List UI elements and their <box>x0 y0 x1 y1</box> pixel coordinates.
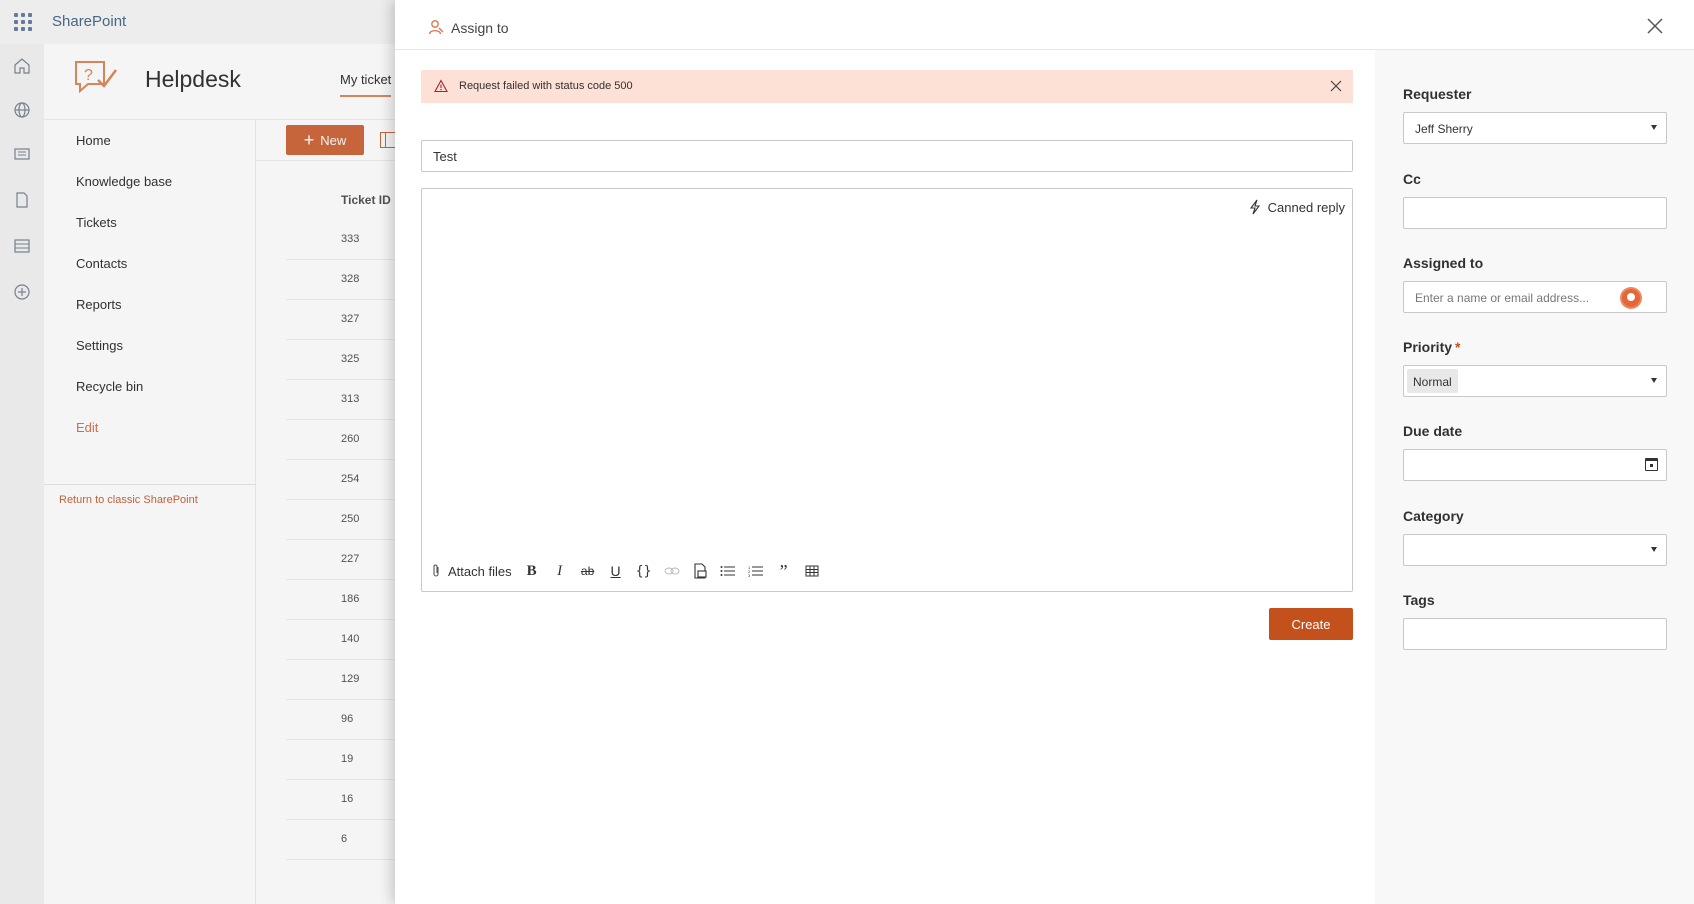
priority-label-text: Priority <box>1403 339 1453 355</box>
paperclip-icon <box>433 564 439 577</box>
chevron-down-icon <box>1651 378 1657 383</box>
chevron-down-icon <box>1651 547 1657 552</box>
numbered-list-icon[interactable]: 123 <box>742 560 770 582</box>
dismiss-error-icon[interactable] <box>1329 79 1343 93</box>
italic-icon[interactable]: I <box>546 560 574 582</box>
editor-toolbar: Attach files B I ab U {} 123 ” <box>430 560 826 582</box>
close-icon[interactable] <box>1646 17 1664 35</box>
warning-icon <box>434 79 448 93</box>
subject-input[interactable] <box>421 140 1353 172</box>
attach-files-button[interactable]: Attach files <box>430 563 512 579</box>
requester-label: Requester <box>1403 86 1472 102</box>
assigned-to-placeholder: Enter a name or email address... <box>1415 291 1590 305</box>
cc-label: Cc <box>1403 171 1421 187</box>
tags-label: Tags <box>1403 592 1435 608</box>
description-editor[interactable]: Canned reply Attach files B I ab U {} 12… <box>421 188 1353 592</box>
strikethrough-icon[interactable]: ab <box>574 560 602 582</box>
person-icon[interactable] <box>428 19 444 35</box>
priority-value: Normal <box>1407 369 1458 393</box>
assign-to-button[interactable]: Assign to <box>451 20 509 36</box>
bold-icon[interactable]: B <box>518 560 546 582</box>
cc-field[interactable] <box>1403 197 1667 229</box>
create-button[interactable]: Create <box>1269 608 1353 640</box>
chevron-down-icon <box>1651 125 1657 130</box>
calendar-icon[interactable] <box>1645 458 1658 471</box>
new-ticket-panel: Assign to Request failed with status cod… <box>395 0 1694 904</box>
priority-label: Priority * <box>1403 339 1460 355</box>
underline-icon[interactable]: U <box>602 560 630 582</box>
canned-reply-label: Canned reply <box>1267 199 1345 215</box>
error-message: Request failed with status code 500 <box>459 80 633 92</box>
lightning-icon <box>1249 199 1260 215</box>
due-date-picker[interactable] <box>1403 449 1667 481</box>
avatar-icon[interactable] <box>1620 287 1642 309</box>
required-marker: * <box>1455 339 1461 355</box>
category-label: Category <box>1403 508 1464 524</box>
table-icon[interactable] <box>798 560 826 582</box>
requester-value: Jeff Sherry <box>1415 122 1473 136</box>
priority-dropdown[interactable]: Normal <box>1403 365 1667 397</box>
canned-reply-button[interactable]: Canned reply <box>1248 199 1345 215</box>
panel-header: Assign to <box>395 0 1694 50</box>
requester-dropdown[interactable]: Jeff Sherry <box>1403 112 1667 144</box>
assigned-to-input[interactable]: Enter a name or email address... <box>1403 281 1667 313</box>
panel-overlay[interactable] <box>0 0 395 904</box>
assigned-to-label: Assigned to <box>1403 255 1484 271</box>
tags-field[interactable] <box>1403 618 1667 650</box>
error-banner: Request failed with status code 500 <box>421 70 1353 103</box>
insert-image-icon[interactable] <box>686 560 714 582</box>
due-date-label: Due date <box>1403 423 1463 439</box>
code-icon[interactable]: {} <box>630 560 658 582</box>
bulleted-list-icon[interactable] <box>714 560 742 582</box>
link-icon[interactable] <box>658 560 686 582</box>
category-dropdown[interactable] <box>1403 534 1667 566</box>
quote-icon[interactable]: ” <box>770 560 798 582</box>
svg-text:3: 3 <box>748 573 751 577</box>
attach-files-label: Attach files <box>448 563 512 579</box>
